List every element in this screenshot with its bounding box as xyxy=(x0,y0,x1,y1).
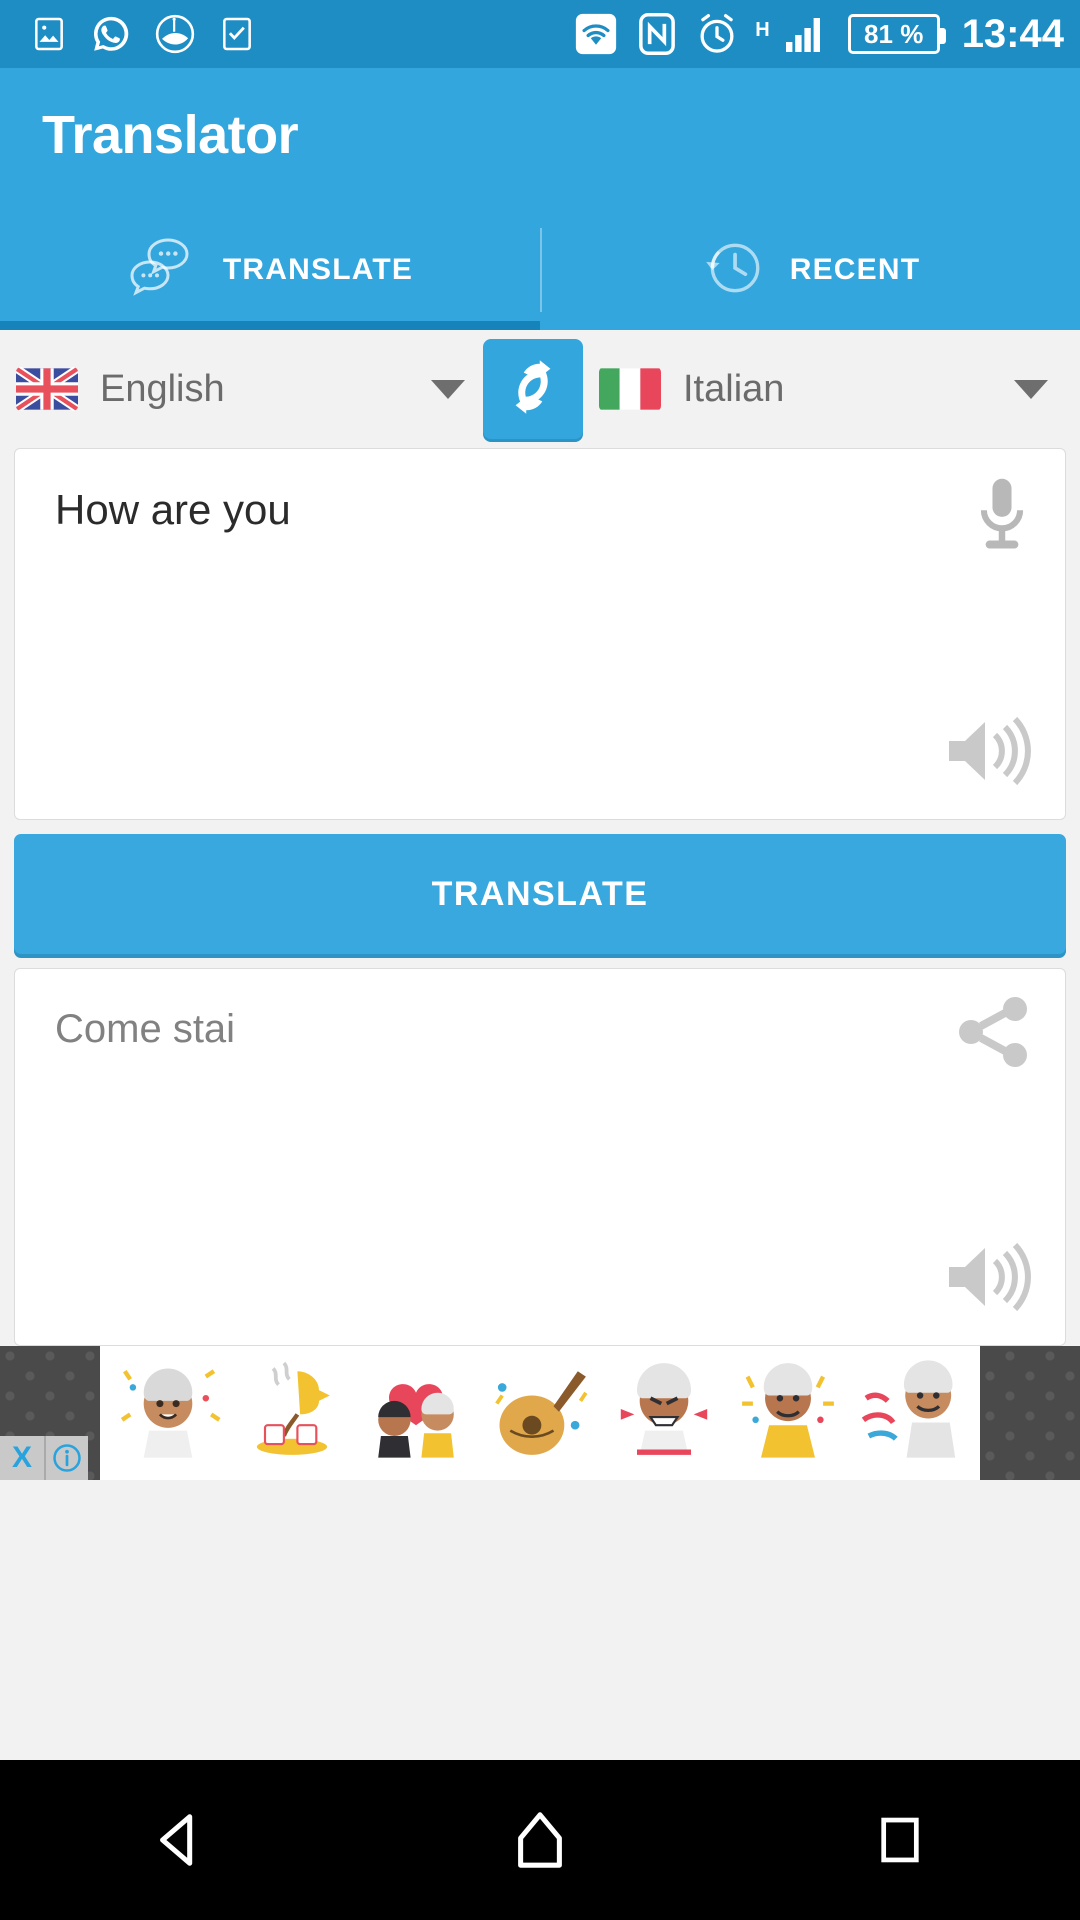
status-bar-notifications xyxy=(16,13,256,55)
translate-button-label: TRANSLATE xyxy=(431,874,649,913)
tab-bar: TRANSLATE RECENT xyxy=(0,210,1080,330)
language-selector-row: English Italian xyxy=(14,330,1066,448)
speaker-icon[interactable] xyxy=(943,714,1035,793)
tab-recent-label: RECENT xyxy=(789,253,921,286)
prayer-app-icon xyxy=(154,13,196,55)
image-icon xyxy=(30,15,68,53)
oud-music-sticker xyxy=(486,1355,594,1471)
tab-translate-label: TRANSLATE xyxy=(222,253,414,286)
target-language-selector[interactable]: Italian xyxy=(583,367,1066,411)
wifi-icon xyxy=(573,11,619,57)
translated-text-value: Come stai xyxy=(55,1007,236,1051)
phone-screen: H 81 % 13:44 Translator TRANSLATE RECENT… xyxy=(0,0,1080,1920)
source-text-card[interactable]: How are you xyxy=(14,448,1066,820)
home-button[interactable] xyxy=(460,1760,620,1920)
clock-label: 13:44 xyxy=(961,11,1064,56)
ad-controls: X xyxy=(0,1436,88,1480)
page-title: Translator xyxy=(42,105,299,165)
recents-button[interactable] xyxy=(820,1760,980,1920)
ad-banner-area[interactable]: X xyxy=(0,1346,1080,1480)
translated-text-card[interactable]: Come stai xyxy=(14,968,1066,1346)
app-bar: Translator TRANSLATE RECENT xyxy=(0,68,1080,330)
speaker-icon[interactable] xyxy=(943,1240,1035,1319)
swap-arrows-icon xyxy=(502,356,564,423)
chevron-down-icon[interactable] xyxy=(431,379,465,399)
ad-banner[interactable] xyxy=(100,1346,980,1480)
whatsapp-icon xyxy=(90,13,132,55)
tab-recent[interactable]: RECENT xyxy=(540,210,1080,330)
battery-percent-label: 81 % xyxy=(864,18,924,49)
chat-bubbles-icon xyxy=(127,235,199,306)
info-icon[interactable] xyxy=(44,1436,88,1480)
tab-translate[interactable]: TRANSLATE xyxy=(0,210,540,330)
main-content: English Italian How are you TRANSLATE Co… xyxy=(0,330,1080,1760)
source-language-selector[interactable]: English xyxy=(14,367,483,411)
uk-flag-icon xyxy=(16,367,78,411)
history-clock-icon xyxy=(700,235,766,306)
source-language-label: English xyxy=(100,367,225,410)
status-bar: H 81 % 13:44 xyxy=(0,0,1080,68)
celebrating-woman-sticker xyxy=(114,1355,222,1471)
checkbox-icon xyxy=(218,15,256,53)
tea-pouring-sticker xyxy=(238,1355,346,1471)
translate-button[interactable]: TRANSLATE xyxy=(14,834,1066,954)
back-button[interactable] xyxy=(100,1760,260,1920)
android-nav-bar xyxy=(0,1760,1080,1920)
status-bar-system: H 81 % 13:44 xyxy=(573,10,1064,58)
swap-languages-button[interactable] xyxy=(483,339,583,439)
arabic-greeting-sticker xyxy=(858,1355,966,1471)
active-tab-indicator xyxy=(0,321,540,330)
cheering-man-sticker xyxy=(734,1355,842,1471)
share-icon[interactable] xyxy=(955,995,1033,1074)
angry-man-sticker xyxy=(610,1355,718,1471)
close-icon[interactable]: X xyxy=(0,1436,44,1480)
battery-indicator: 81 % xyxy=(847,14,946,54)
italy-flag-icon xyxy=(599,367,661,411)
microphone-icon[interactable] xyxy=(971,475,1033,560)
couple-heart-sticker xyxy=(362,1355,470,1471)
nfc-icon xyxy=(635,12,679,56)
source-text-input[interactable]: How are you xyxy=(55,485,1025,535)
signal-icon xyxy=(780,10,832,58)
target-language-label: Italian xyxy=(683,367,785,410)
alarm-icon xyxy=(695,12,739,56)
network-type-label: H xyxy=(755,19,770,41)
chevron-down-icon[interactable] xyxy=(1014,379,1048,399)
